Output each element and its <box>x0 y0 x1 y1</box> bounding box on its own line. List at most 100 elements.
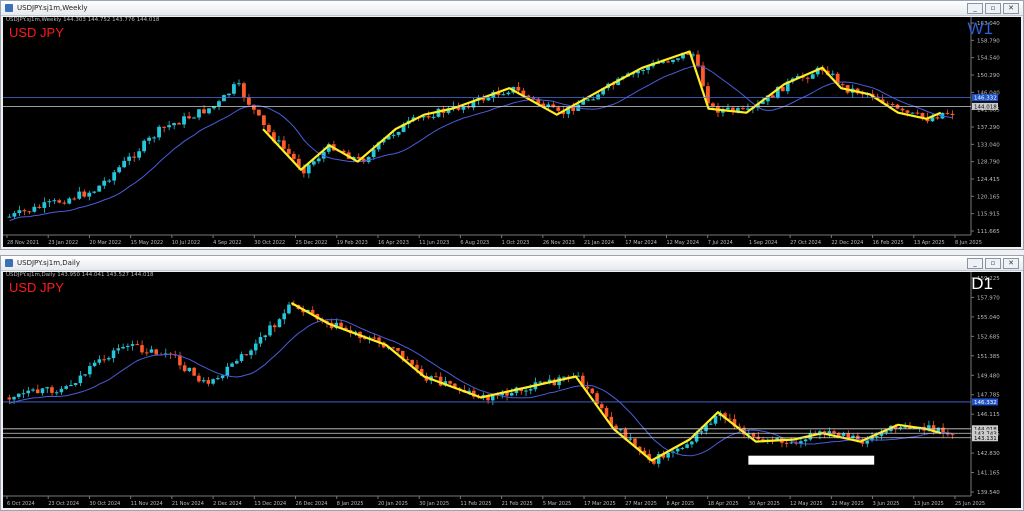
candle-body <box>216 378 220 380</box>
candle-body <box>67 198 72 204</box>
time-tick-label: 27 Mar 2025 <box>625 501 657 507</box>
candle-body <box>87 192 92 197</box>
candle-body <box>249 350 253 356</box>
daily-chart-window[interactable]: USDJPY.sj1m,Daily _ ▫ ✕ 159.225 157.970 15… <box>0 255 1024 511</box>
candle-body <box>725 107 730 110</box>
candle-body <box>666 61 670 63</box>
candle-body <box>220 375 225 379</box>
candle-body <box>207 108 211 114</box>
candle-body <box>391 134 396 136</box>
candle-body <box>144 352 149 354</box>
candle-body <box>197 109 201 118</box>
candle-body <box>57 200 62 203</box>
candle-body <box>102 180 107 186</box>
candle-body <box>172 123 176 126</box>
close-button[interactable]: ✕ <box>1003 2 1019 14</box>
moving-average-line <box>9 65 953 222</box>
price-tag-label: 146.332 <box>974 400 997 406</box>
candle-body <box>671 59 675 63</box>
candle-body <box>154 349 158 355</box>
daily-chart-canvas[interactable]: 159.225157.970155.040152.685151.385149.4… <box>3 272 1021 508</box>
price-tick-label: 142.830 <box>977 451 1000 457</box>
candle-body <box>524 390 528 392</box>
candle-body <box>97 185 102 192</box>
weekly-chart-window[interactable]: USDJPY.sj1m,Weekly _ ▫ ✕ 163.040 158.790 1… <box>0 0 1024 250</box>
candle-body <box>261 115 266 126</box>
candle-body <box>851 435 855 438</box>
time-tick-label: 25 Dec 2022 <box>296 240 328 246</box>
candle-body <box>127 156 132 161</box>
candle-body <box>83 374 87 376</box>
candle-body <box>230 363 234 367</box>
minimize-button[interactable]: _ <box>967 2 983 14</box>
time-tick-label: 22 Dec 2024 <box>831 240 863 246</box>
candle-body <box>810 74 815 79</box>
candle-body <box>528 389 533 391</box>
candle-body <box>116 348 121 351</box>
candle-body <box>272 325 277 328</box>
time-tick-label: 4 Sep 2022 <box>213 240 242 246</box>
candle-body <box>59 388 64 393</box>
candle-body <box>130 344 135 346</box>
candle-body <box>690 441 694 445</box>
price-tick-label: 146.115 <box>977 412 1000 418</box>
price-tick-label: 111.665 <box>977 229 1000 235</box>
candle-body <box>237 83 241 85</box>
time-tick-label: 20 Mar 2022 <box>89 240 121 246</box>
time-tick-label: 8 Jan 2025 <box>337 501 364 507</box>
candle-body <box>905 110 910 113</box>
time-tick-label: 8 Apr 2025 <box>666 501 694 507</box>
candle-body <box>126 345 130 347</box>
candle-body <box>784 442 789 444</box>
candle-body <box>82 191 87 197</box>
price-tick-label: 157.970 <box>977 295 1000 301</box>
candle-body <box>22 210 27 212</box>
time-tick-label: 21 Nov 2024 <box>172 501 204 507</box>
restore-button[interactable]: ▫ <box>985 2 1001 14</box>
candle-body <box>426 116 431 118</box>
weekly-chart-canvas[interactable]: 163.040158.790154.540150.290146.040141.6… <box>3 17 1021 247</box>
candle-body <box>12 396 16 400</box>
candle-body <box>277 319 282 328</box>
candle-body <box>372 337 377 339</box>
candle-body <box>192 367 196 376</box>
minimize-button[interactable]: _ <box>967 257 983 269</box>
candle-body <box>410 359 414 365</box>
candle-body <box>111 350 116 359</box>
candle-body <box>35 389 40 394</box>
restore-button[interactable]: ▫ <box>985 257 1001 269</box>
time-tick-label: 20 Jan 2025 <box>378 501 408 507</box>
candle-body <box>182 365 187 372</box>
candle-body <box>740 108 745 110</box>
candle-body <box>618 429 623 431</box>
time-tick-label: 30 Apr 2025 <box>749 501 780 507</box>
candle-body <box>77 191 82 199</box>
candle-body <box>217 101 221 107</box>
candle-body <box>840 84 845 86</box>
weekly-price-chart[interactable]: 163.040 158.790 154.540 150.290 146.040 141.6… <box>3 17 1021 247</box>
weekly-titlebar[interactable]: USDJPY.sj1m,Weekly _ ▫ ✕ <box>1 1 1023 16</box>
candle-body <box>225 366 230 376</box>
candle-body <box>935 117 940 119</box>
time-tick-label: 15 May 2022 <box>131 240 164 246</box>
candle-body <box>137 151 142 158</box>
daily-titlebar[interactable]: USDJPY.sj1m,Daily _ ▫ ✕ <box>1 256 1023 271</box>
candle-body <box>177 123 181 125</box>
candle-body <box>291 153 296 159</box>
candle-body <box>538 381 542 383</box>
candle-body <box>675 448 680 452</box>
weekly-window-title: USDJPY.sj1m,Weekly <box>17 4 88 12</box>
candle-body <box>501 94 506 96</box>
candle-body <box>32 206 37 212</box>
daily-price-chart[interactable]: 159.225 157.970 155.040 152.685 151.385 149.4… <box>3 272 1021 508</box>
candle-body <box>396 132 401 135</box>
candle-body <box>117 167 122 173</box>
symbol-label: USD JPY <box>9 280 64 295</box>
close-button[interactable]: ✕ <box>1003 257 1019 269</box>
candle-body <box>562 376 566 378</box>
candle-body <box>509 392 514 396</box>
candle-body <box>516 86 521 91</box>
candle-body <box>950 434 955 436</box>
daily-ohlc-readout: USDJPY.sj1m,Daily 143.950 144.041 143.52… <box>6 272 154 278</box>
chart-window-icon <box>5 4 13 12</box>
